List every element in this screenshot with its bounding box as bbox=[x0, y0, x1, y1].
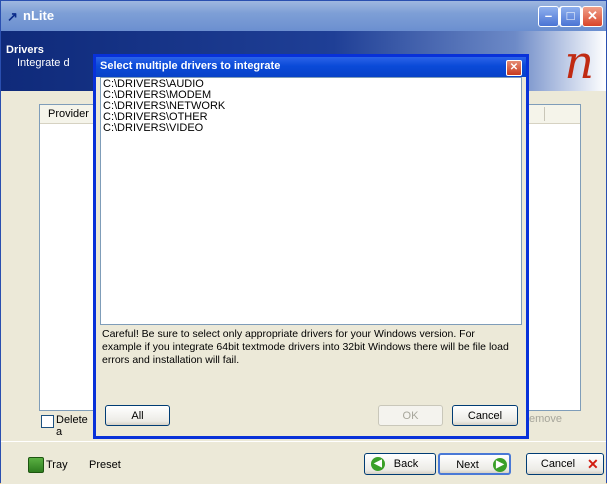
column-header-provider[interactable]: Provider bbox=[48, 108, 89, 120]
title-bar[interactable]: ↗ nLite _ bbox=[1, 1, 606, 31]
list-item[interactable]: C:\DRIVERS\VIDEO bbox=[103, 123, 519, 134]
select-drivers-dialog: Select multiple drivers to integrate ✕ C… bbox=[93, 54, 529, 439]
page-subtitle: Integrate d bbox=[17, 57, 70, 69]
delete-checkbox[interactable] bbox=[41, 415, 54, 428]
next-button[interactable]: Next ▶ bbox=[438, 453, 511, 475]
back-button[interactable]: ◀ Back bbox=[364, 453, 436, 475]
window-maximize-button[interactable]: □ bbox=[560, 6, 581, 27]
tray-label[interactable]: Tray bbox=[46, 459, 68, 471]
driver-folders-list[interactable]: C:\DRIVERS\AUDIO C:\DRIVERS\MODEM C:\DRI… bbox=[100, 77, 522, 325]
dialog-cancel-button[interactable]: Cancel bbox=[452, 405, 518, 426]
dialog-warning-note: Careful! Be sure to select only appropri… bbox=[102, 328, 509, 366]
nlite-app-icon: ↗ bbox=[7, 9, 18, 24]
delete-checkbox-label: Delete a bbox=[56, 414, 88, 438]
all-button[interactable]: All bbox=[105, 405, 170, 426]
dialog-cancel-button-label: Cancel bbox=[467, 410, 503, 422]
app-window: ↗ nLite _ – Drivers Integrate d n Provid… bbox=[0, 0, 607, 484]
column-separator bbox=[544, 107, 545, 121]
dialog-title: Select multiple drivers to integrate bbox=[100, 60, 281, 72]
page-title: Drivers bbox=[6, 44, 44, 56]
ok-button-label: OK bbox=[402, 410, 419, 422]
window-close-button[interactable]: ✕ bbox=[582, 6, 603, 27]
window-minimize-button[interactable]: – bbox=[538, 6, 559, 27]
dialog-title-bar[interactable]: Select multiple drivers to integrate ✕ bbox=[96, 57, 526, 77]
cancel-button[interactable]: Cancel ✕ bbox=[526, 453, 604, 475]
window-title: nLite bbox=[23, 8, 55, 23]
nlite-logo-icon: n bbox=[564, 35, 594, 89]
tray-icon[interactable] bbox=[28, 457, 44, 473]
next-arrow-icon: ▶ bbox=[493, 458, 507, 472]
bottom-bar: Tray Preset ◀ Back Next ▶ Cancel ✕ bbox=[1, 441, 606, 484]
all-button-label: All bbox=[131, 410, 144, 422]
cancel-x-icon: ✕ bbox=[587, 456, 599, 472]
remove-button-label: emove bbox=[529, 413, 563, 425]
ok-button[interactable]: OK bbox=[378, 405, 443, 426]
dialog-close-button[interactable]: ✕ bbox=[506, 60, 522, 76]
preset-label[interactable]: Preset bbox=[89, 459, 121, 471]
back-button-label: Back bbox=[393, 458, 419, 470]
